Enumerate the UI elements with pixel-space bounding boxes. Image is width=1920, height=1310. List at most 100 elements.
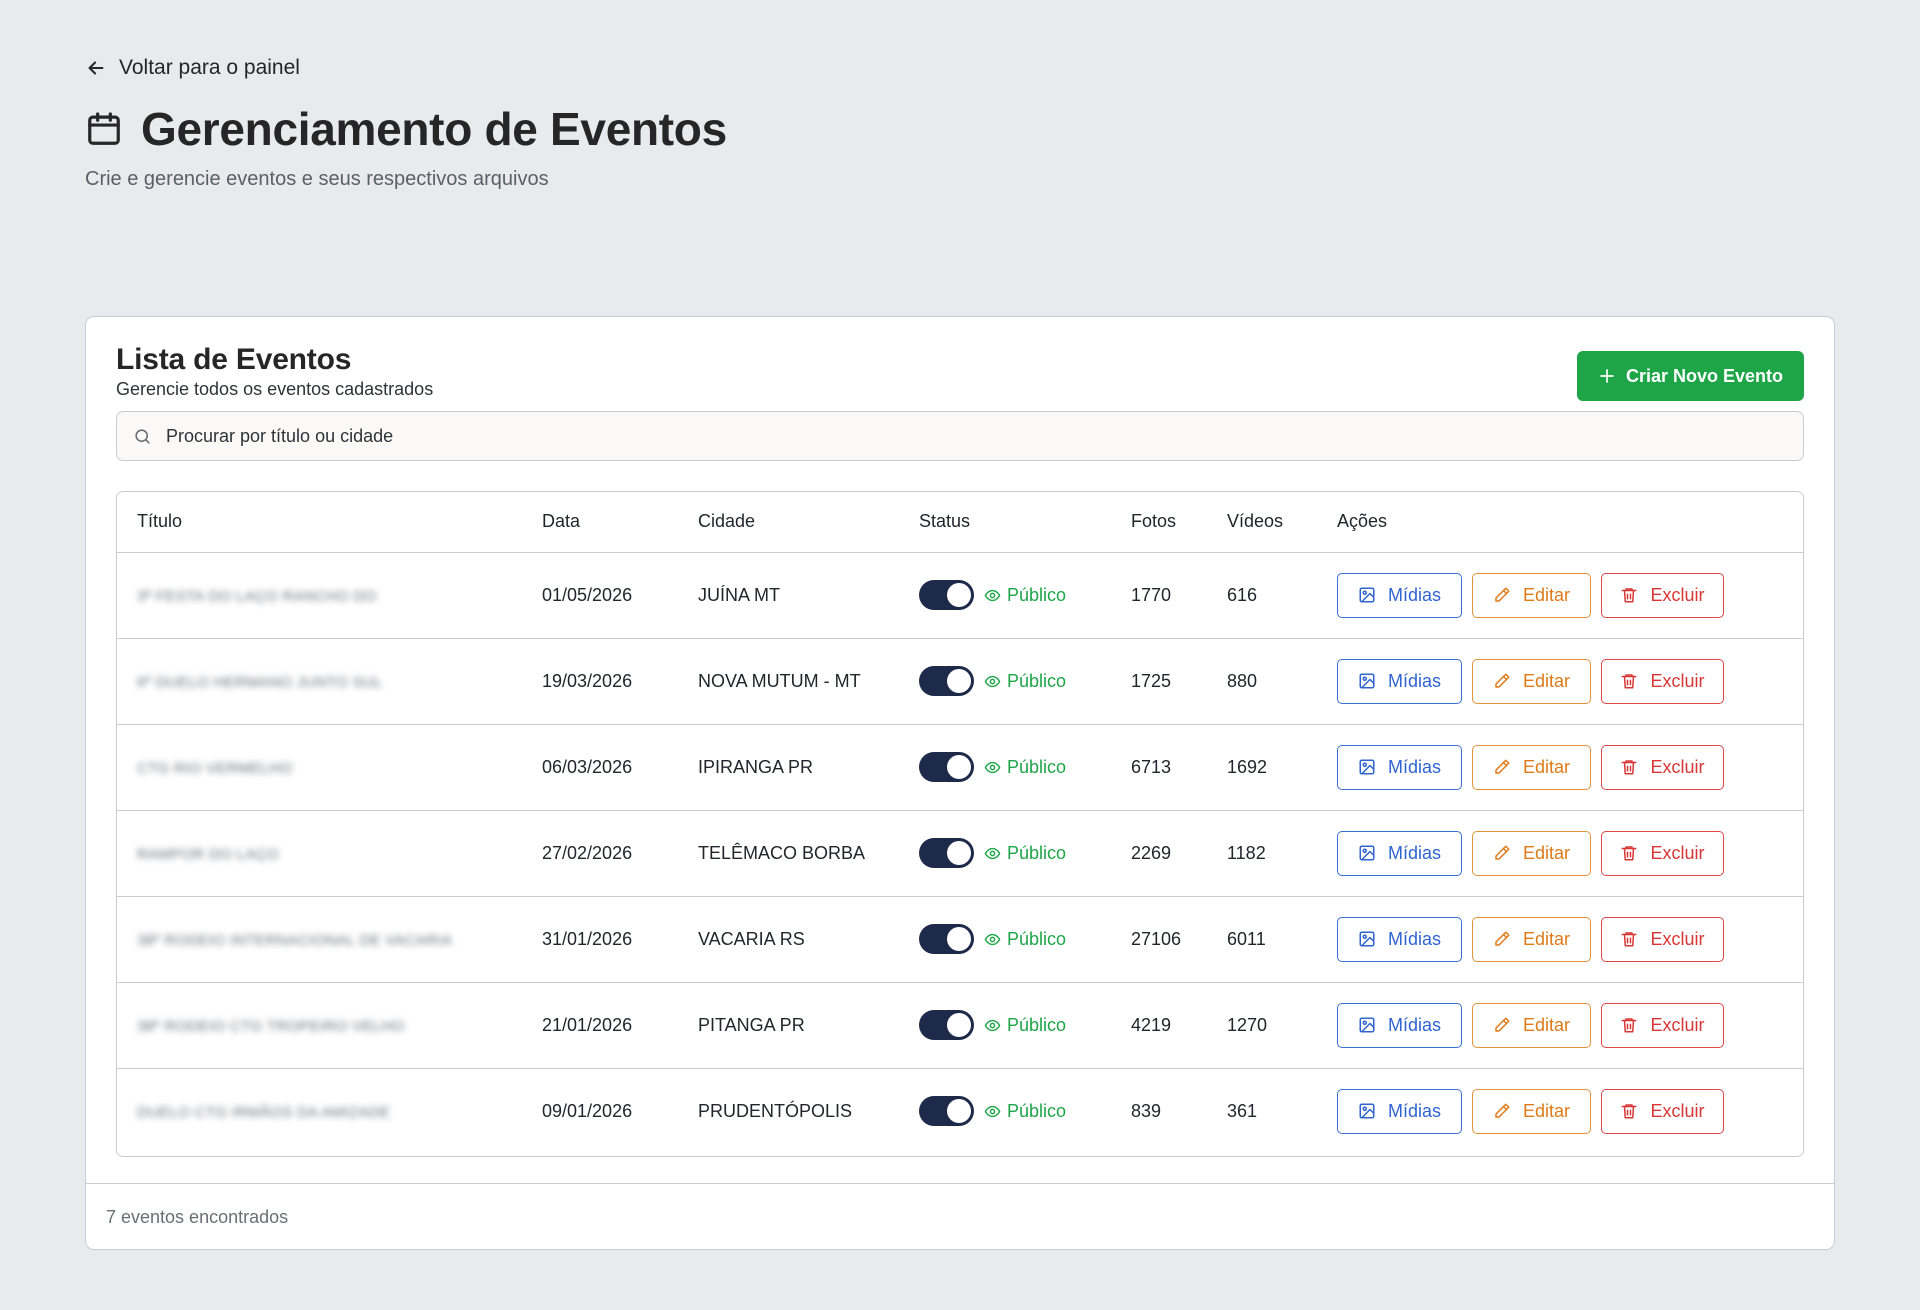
visibility-toggle[interactable] — [919, 1096, 974, 1127]
editar-button[interactable]: Editar — [1472, 658, 1591, 704]
midias-label: Mídias — [1387, 670, 1441, 691]
status-label: Público — [1007, 1100, 1067, 1121]
status-label: Público — [1007, 584, 1067, 605]
visibility-toggle[interactable] — [919, 1010, 974, 1040]
pencil-icon — [1495, 759, 1510, 774]
event-fotos: 6713 — [1131, 724, 1227, 811]
excluir-label: Excluir — [1650, 842, 1705, 863]
events-card: Lista de Eventos Gerencie todos os event… — [85, 316, 1835, 1250]
status-cell: Público — [919, 838, 1131, 868]
event-title: RAMPOR DO LAÇO — [137, 845, 279, 863]
row-actions: Mídias Editar Excluir — [1337, 1088, 1803, 1134]
excluir-button[interactable]: Excluir — [1601, 830, 1724, 876]
visibility-toggle[interactable] — [919, 752, 974, 782]
midias-button[interactable]: Mídias — [1337, 1002, 1462, 1048]
pencil-icon — [1495, 587, 1510, 602]
event-fotos: 4219 — [1131, 982, 1227, 1069]
editar-button[interactable]: Editar — [1472, 572, 1591, 618]
image-icon — [1359, 1103, 1375, 1119]
excluir-label: Excluir — [1650, 756, 1705, 777]
visibility-toggle[interactable] — [919, 924, 974, 954]
editar-button[interactable]: Editar — [1472, 1002, 1591, 1048]
excluir-button[interactable]: Excluir — [1601, 572, 1724, 618]
excluir-button[interactable]: Excluir — [1601, 744, 1724, 790]
row-actions: Mídias Editar Excluir — [1337, 1002, 1803, 1048]
excluir-button[interactable]: Excluir — [1601, 916, 1724, 962]
editar-button[interactable]: Editar — [1472, 1088, 1591, 1134]
event-title: 38º RODEIO CTG TROPEIRO VELHO — [137, 1017, 405, 1035]
page-subtitle: Crie e gerencie eventos e seus respectiv… — [85, 168, 549, 190]
eye-icon — [984, 1105, 1001, 1117]
trash-icon — [1621, 1104, 1637, 1119]
event-videos: 880 — [1227, 638, 1337, 725]
event-city: PRUDENTÓPOLIS — [698, 1100, 853, 1121]
search-input[interactable] — [166, 425, 1666, 447]
page-title: Gerenciamento de Eventos — [141, 103, 727, 155]
public-status: Público — [984, 1101, 1066, 1122]
trash-icon — [1621, 1018, 1637, 1033]
header-fotos: Fotos — [1131, 492, 1227, 553]
visibility-toggle[interactable] — [919, 666, 974, 696]
header-date: Data — [542, 492, 698, 553]
status-label: Público — [1007, 756, 1067, 777]
midias-label: Mídias — [1387, 1014, 1441, 1035]
back-link[interactable]: Voltar para o painel — [85, 56, 300, 80]
event-city: JUÍNA MT — [698, 552, 919, 639]
midias-label: Mídias — [1387, 928, 1441, 949]
event-videos: 6011 — [1227, 896, 1337, 983]
trash-icon — [1621, 932, 1637, 947]
excluir-button[interactable]: Excluir — [1601, 658, 1724, 704]
toggle-knob — [947, 755, 971, 779]
status-cell: Público — [919, 666, 1131, 696]
event-city: TELÊMACO BORBA — [698, 810, 919, 897]
header-videos: Vídeos — [1227, 492, 1337, 553]
midias-button[interactable]: Mídias — [1337, 916, 1462, 962]
editar-button[interactable]: Editar — [1472, 916, 1591, 962]
excluir-button[interactable]: Excluir — [1601, 1002, 1724, 1048]
midias-button[interactable]: Mídias — [1337, 658, 1462, 704]
visibility-toggle[interactable] — [919, 838, 974, 868]
search-box[interactable] — [116, 411, 1804, 461]
midias-button[interactable]: Mídias — [1337, 744, 1462, 790]
event-title: 6º DUELO HERMANO JUNTO SUL — [137, 673, 383, 691]
table-row: 38º RODEIO INTERNACIONAL DE VACARIA 31/0… — [117, 896, 1803, 983]
toggle-knob — [947, 583, 971, 607]
image-icon — [1359, 845, 1375, 861]
event-fotos: 1725 — [1131, 638, 1227, 725]
search-icon — [135, 428, 150, 444]
plus-icon — [1600, 369, 1614, 383]
event-date: 27/02/2026 — [542, 810, 698, 897]
editar-label: Editar — [1522, 1014, 1571, 1035]
events-count: 7 eventos encontrados — [106, 1207, 289, 1227]
excluir-button[interactable]: Excluir — [1601, 1088, 1724, 1134]
trash-icon — [1621, 846, 1637, 861]
event-videos: 361 — [1227, 1100, 1258, 1121]
event-fotos: 2269 — [1131, 810, 1227, 897]
header-status: Status — [919, 492, 1131, 553]
midias-button[interactable]: Mídias — [1337, 572, 1462, 618]
create-event-button[interactable]: Criar Novo Evento — [1577, 351, 1804, 401]
editar-label: Editar — [1522, 928, 1571, 949]
editar-button[interactable]: Editar — [1472, 744, 1591, 790]
event-date: 31/01/2026 — [542, 896, 698, 983]
eye-icon — [984, 847, 1001, 859]
table-row: DUELO CTG IRMÃOS DA AMIZADE 09/01/2026 P… — [117, 1068, 1803, 1154]
event-city: NOVA MUTUM - MT — [698, 638, 919, 725]
back-link-label: Voltar para o painel — [119, 56, 300, 79]
visibility-toggle[interactable] — [919, 580, 974, 610]
event-date: 19/03/2026 — [542, 638, 698, 725]
event-fotos: 839 — [1131, 1100, 1162, 1121]
card-title: Lista de Eventos — [116, 343, 352, 376]
editar-button[interactable]: Editar — [1472, 830, 1591, 876]
midias-label: Mídias — [1387, 756, 1441, 777]
event-date: 21/01/2026 — [542, 982, 698, 1069]
midias-label: Mídias — [1387, 842, 1441, 863]
event-fotos: 27106 — [1131, 896, 1227, 983]
event-videos: 1182 — [1227, 810, 1337, 897]
midias-button[interactable]: Mídias — [1337, 830, 1462, 876]
excluir-label: Excluir — [1650, 1100, 1705, 1121]
header-title: Título — [117, 492, 542, 553]
row-actions: Mídias Editar Excluir — [1337, 830, 1803, 876]
event-title: DUELO CTG IRMÃOS DA AMIZADE — [137, 1103, 391, 1121]
midias-button[interactable]: Mídias — [1337, 1088, 1462, 1134]
